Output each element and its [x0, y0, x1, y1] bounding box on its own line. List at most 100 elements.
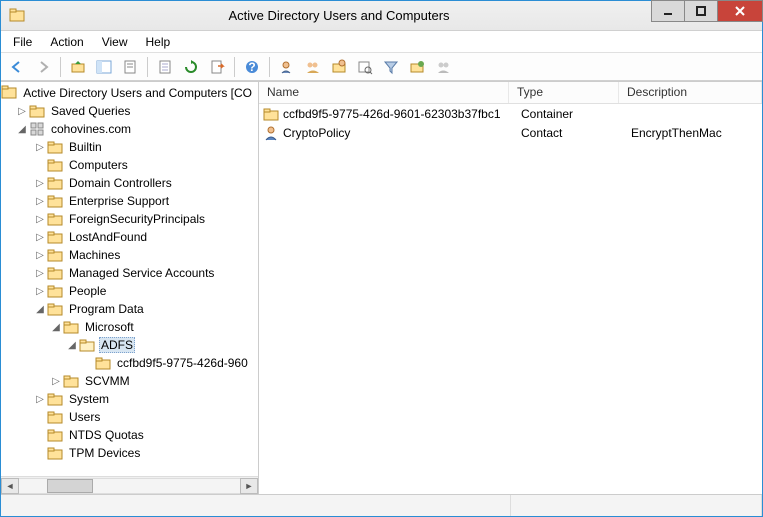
cell-name: CryptoPolicy: [283, 126, 350, 140]
folder-icon: [95, 355, 111, 371]
menu-help[interactable]: Help: [138, 33, 179, 51]
aduc-root-icon: [1, 85, 17, 101]
scroll-left-button[interactable]: ◄: [1, 478, 19, 494]
tree-node-users[interactable]: Users: [1, 408, 258, 426]
help-button[interactable]: ?: [240, 55, 264, 79]
tree-horizontal-scrollbar[interactable]: ◄ ►: [1, 476, 258, 494]
expander-icon[interactable]: ◢: [15, 124, 29, 135]
folder-icon: [47, 301, 63, 317]
maximize-button[interactable]: [684, 0, 718, 22]
tree-label: Managed Service Accounts: [67, 266, 216, 280]
tree-node-microsoft[interactable]: ◢ Microsoft: [1, 318, 258, 336]
tree-node-tpm-devices[interactable]: TPM Devices: [1, 444, 258, 462]
list-row[interactable]: CryptoPolicyContactEncryptThenMac: [259, 123, 762, 142]
expander-icon[interactable]: ◢: [65, 340, 79, 351]
tree-label: Computers: [67, 158, 130, 172]
folder-icon: [47, 175, 63, 191]
cell-type: Contact: [513, 126, 623, 140]
expander-icon[interactable]: ▷: [33, 250, 47, 261]
tree-node-machines[interactable]: ▷Machines: [1, 246, 258, 264]
expander-icon[interactable]: ▷: [33, 214, 47, 225]
tree-saved-queries[interactable]: ▷ Saved Queries: [1, 102, 258, 120]
folder-icon: [47, 247, 63, 263]
tree-root[interactable]: Active Directory Users and Computers [CO: [1, 84, 258, 102]
column-header-description[interactable]: Description: [619, 82, 762, 103]
scroll-thumb[interactable]: [47, 479, 93, 493]
expander-icon[interactable]: ◢: [49, 322, 63, 333]
domain-icon: [29, 121, 45, 137]
toolbar-separator: [147, 57, 148, 77]
tree-node-system[interactable]: ▷ System: [1, 390, 258, 408]
export-button[interactable]: [205, 55, 229, 79]
menu-view[interactable]: View: [94, 33, 136, 51]
expander-icon[interactable]: ▷: [33, 142, 47, 153]
tree-node-domain-controllers[interactable]: ▷Domain Controllers: [1, 174, 258, 192]
menu-file[interactable]: File: [5, 33, 40, 51]
tree-node-lost-and-found[interactable]: ▷LostAndFound: [1, 228, 258, 246]
tree-node-builtin[interactable]: ▷Builtin: [1, 138, 258, 156]
expander-icon[interactable]: ▷: [33, 268, 47, 279]
folder-icon: [47, 229, 63, 245]
new-ou-button[interactable]: [327, 55, 351, 79]
tree-node-ntds-quotas[interactable]: NTDS Quotas: [1, 426, 258, 444]
new-group-button[interactable]: [301, 55, 325, 79]
expander-icon[interactable]: ▷: [33, 232, 47, 243]
find-button[interactable]: [353, 55, 377, 79]
query-button[interactable]: [431, 55, 455, 79]
tree-node-computers[interactable]: Computers: [1, 156, 258, 174]
folder-icon: [47, 139, 63, 155]
tree-node-foreign-security-principals[interactable]: ▷ForeignSecurityPrincipals: [1, 210, 258, 228]
folder-icon: [263, 106, 279, 122]
tree-node-adfs-guid[interactable]: ccfbd9f5-9775-426d-960: [1, 354, 258, 372]
properties-button[interactable]: [118, 55, 142, 79]
window-title: Active Directory Users and Computers: [27, 8, 651, 23]
tree-label: Microsoft: [83, 320, 136, 334]
column-header-name[interactable]: Name: [259, 82, 509, 103]
add-criteria-button[interactable]: [405, 55, 429, 79]
expander-icon[interactable]: ◢: [33, 304, 47, 315]
menu-action[interactable]: Action: [42, 33, 91, 51]
tree-domain[interactable]: ◢ cohovines.com: [1, 120, 258, 138]
minimize-button[interactable]: [651, 0, 685, 22]
up-button[interactable]: [66, 55, 90, 79]
expander-icon[interactable]: ▷: [33, 394, 47, 405]
expander-icon[interactable]: ▷: [49, 376, 63, 387]
tree-label: cohovines.com: [49, 122, 133, 136]
close-button[interactable]: [717, 0, 763, 22]
tree-node-scvmm[interactable]: ▷ SCVMM: [1, 372, 258, 390]
folder-icon: [79, 337, 95, 353]
folder-icon: [47, 265, 63, 281]
scroll-track[interactable]: [19, 478, 240, 494]
tree-label: System: [67, 392, 111, 406]
tree-node-adfs[interactable]: ◢ADFS: [1, 336, 258, 354]
list-row[interactable]: ccfbd9f5-9775-426d-9601-62303b37fbc1Cont…: [259, 104, 762, 123]
tree-label: Saved Queries: [49, 104, 132, 118]
expander-icon[interactable]: ▷: [33, 196, 47, 207]
tree-view[interactable]: Active Directory Users and Computers [CO…: [1, 82, 258, 476]
tree-label: Users: [67, 410, 102, 424]
tree-node-program-data[interactable]: ◢Program Data: [1, 300, 258, 318]
list-body[interactable]: ccfbd9f5-9775-426d-9601-62303b37fbc1Cont…: [259, 104, 762, 494]
new-user-button[interactable]: [275, 55, 299, 79]
tree-label: Enterprise Support: [67, 194, 171, 208]
tree-label: SCVMM: [83, 374, 132, 388]
folder-icon: [47, 157, 63, 173]
expander-icon[interactable]: ▷: [15, 106, 29, 117]
cut-button[interactable]: [153, 55, 177, 79]
tree-node-people[interactable]: ▷People: [1, 282, 258, 300]
folder-icon: [47, 409, 63, 425]
tree-node-managed-service-accounts[interactable]: ▷ Managed Service Accounts: [1, 264, 258, 282]
svg-text:?: ?: [248, 60, 255, 74]
show-hide-tree-button[interactable]: [92, 55, 116, 79]
forward-button[interactable]: [31, 55, 55, 79]
cell-type: Container: [513, 107, 623, 121]
column-header-type[interactable]: Type: [509, 82, 619, 103]
expander-icon[interactable]: ▷: [33, 178, 47, 189]
contact-icon: [263, 125, 279, 141]
tree-node-enterprise-support[interactable]: ▷ Enterprise Support: [1, 192, 258, 210]
back-button[interactable]: [5, 55, 29, 79]
scroll-right-button[interactable]: ►: [240, 478, 258, 494]
refresh-button[interactable]: [179, 55, 203, 79]
expander-icon[interactable]: ▷: [33, 286, 47, 297]
filter-button[interactable]: [379, 55, 403, 79]
